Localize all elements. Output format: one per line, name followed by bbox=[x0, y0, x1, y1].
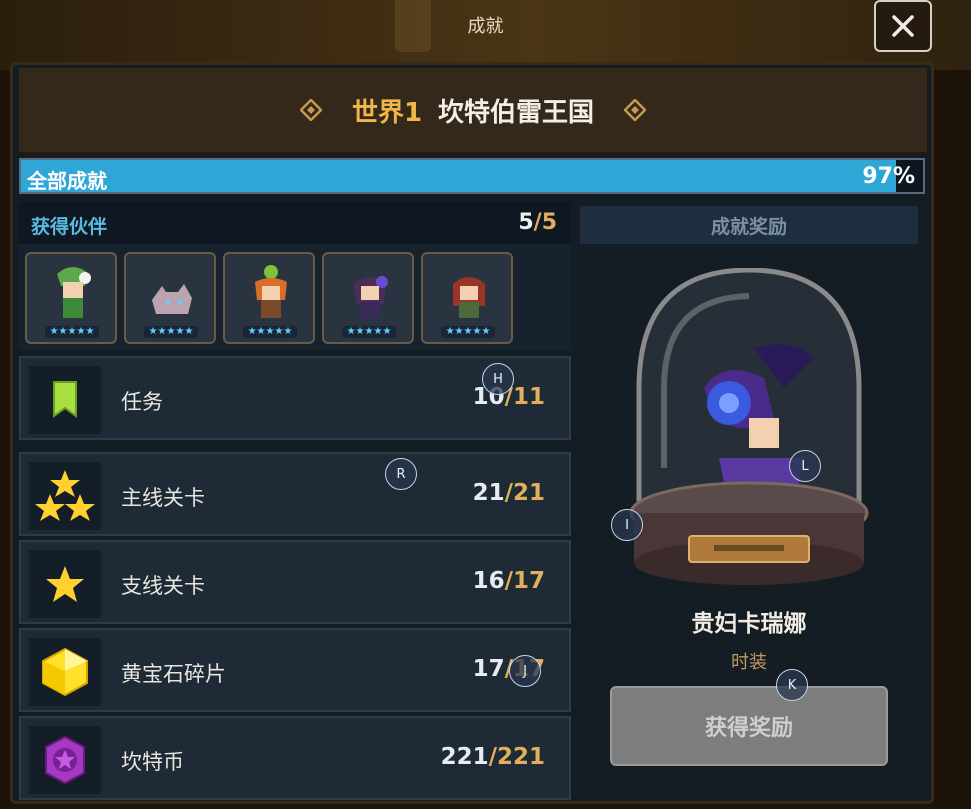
partners-title: 获得伙伴 bbox=[31, 216, 108, 238]
row-count: 16/17 bbox=[473, 568, 545, 594]
gem-icon-box bbox=[29, 638, 101, 706]
world-header: 世界1 坎特伯雷王国 bbox=[19, 68, 927, 154]
row-label: 主线关卡 bbox=[121, 486, 205, 510]
glass-dome-costume-icon bbox=[629, 268, 869, 585]
row-current: 21 bbox=[472, 480, 505, 506]
red-hair-girl-portrait-icon bbox=[453, 277, 485, 318]
three-stars-icon-box bbox=[29, 462, 101, 530]
kingdom-name: 坎特伯雷王国 bbox=[438, 97, 595, 128]
diamond-right-icon bbox=[624, 99, 647, 121]
plant-girl-portrait-icon bbox=[57, 267, 91, 318]
claim-reward-button[interactable]: 获得奖励 bbox=[610, 686, 888, 766]
progress-label: 全部成就 bbox=[27, 169, 107, 193]
reward-header: 成就奖励 bbox=[580, 206, 918, 244]
partner-portrait-2[interactable]: ★★★★★ bbox=[124, 252, 216, 344]
row-current: 16 bbox=[472, 568, 505, 594]
window-title: 成就 bbox=[467, 16, 504, 37]
row-current: 17 bbox=[472, 656, 505, 682]
wolf-portrait-icon bbox=[152, 284, 192, 314]
marker-r[interactable]: R bbox=[385, 458, 417, 490]
row-count: 221/221 bbox=[441, 744, 545, 770]
three-stars-icon bbox=[35, 470, 95, 521]
row-max: /21 bbox=[504, 480, 545, 506]
row-current: 221 bbox=[440, 744, 489, 770]
partner-stars: ★★★★★ bbox=[144, 326, 198, 338]
partners-max: /5 bbox=[533, 210, 557, 235]
partner-stars: ★★★★★ bbox=[243, 326, 297, 338]
achievement-row-side-stages[interactable]: 支线关卡 16/17 bbox=[19, 540, 571, 624]
partner-portrait-5[interactable]: ★★★★★ bbox=[421, 252, 513, 344]
coin-icon bbox=[45, 735, 85, 785]
row-label: 任务 bbox=[121, 390, 163, 414]
marker-l[interactable]: L bbox=[789, 450, 821, 482]
marker-k[interactable]: K bbox=[776, 669, 808, 701]
partner-stars: ★★★★★ bbox=[441, 326, 495, 338]
marker-j[interactable]: J bbox=[509, 655, 541, 687]
row-label: 支线关卡 bbox=[121, 574, 205, 598]
close-button[interactable] bbox=[874, 0, 932, 52]
star-icon bbox=[46, 566, 84, 602]
star-icon-box bbox=[29, 550, 101, 618]
row-count: 21/21 bbox=[473, 480, 545, 506]
reward-type: 时装 bbox=[731, 652, 767, 673]
row-label: 黄宝石碎片 bbox=[121, 662, 226, 686]
achievement-row-main-stages[interactable]: 主线关卡 21/21 bbox=[19, 452, 571, 536]
partners-count: 5/5 bbox=[518, 210, 557, 235]
diamond-left-icon bbox=[299, 99, 322, 121]
marker-i[interactable]: I bbox=[611, 509, 643, 541]
partner-portraits: ★★★★★ ★★★★★ ★★★★★ ★★★★★ ★★★★★ bbox=[25, 252, 513, 344]
progress-percent: 97% bbox=[862, 164, 915, 189]
progress-fill bbox=[21, 160, 896, 192]
purple-girl-portrait-icon bbox=[354, 276, 388, 318]
bookmark-icon bbox=[53, 381, 77, 418]
partners-section: 获得伙伴 5/5 ★★★★★ ★★★★★ ★★★★★ ★★★★★ ★★★★★ bbox=[19, 202, 571, 350]
bookmark-icon-box bbox=[29, 366, 101, 434]
close-icon bbox=[892, 15, 914, 37]
overall-progress-bar: 全部成就 97% bbox=[19, 158, 925, 194]
reward-name: 贵妇卡瑞娜 bbox=[691, 611, 807, 637]
achievement-row-coins[interactable]: 坎特币 221/221 bbox=[19, 716, 571, 800]
marker-h[interactable]: H bbox=[482, 363, 514, 395]
row-max: /221 bbox=[488, 744, 545, 770]
partners-header: 获得伙伴 5/5 bbox=[19, 202, 571, 244]
achievement-row-gem-shards[interactable]: 黄宝石碎片 17/17 bbox=[19, 628, 571, 712]
partner-portrait-1[interactable]: ★★★★★ bbox=[25, 252, 117, 344]
partner-stars: ★★★★★ bbox=[342, 326, 396, 338]
partner-portrait-4[interactable]: ★★★★★ bbox=[322, 252, 414, 344]
apple-girl-portrait-icon bbox=[255, 265, 287, 318]
partners-current: 5 bbox=[518, 210, 534, 235]
partner-portrait-3[interactable]: ★★★★★ bbox=[223, 252, 315, 344]
row-label: 坎特币 bbox=[121, 750, 184, 774]
gem-icon bbox=[42, 647, 88, 697]
coin-icon-box bbox=[29, 726, 101, 794]
partner-stars: ★★★★★ bbox=[45, 326, 99, 338]
row-max: /17 bbox=[504, 568, 545, 594]
world-number: 世界1 bbox=[351, 97, 423, 128]
